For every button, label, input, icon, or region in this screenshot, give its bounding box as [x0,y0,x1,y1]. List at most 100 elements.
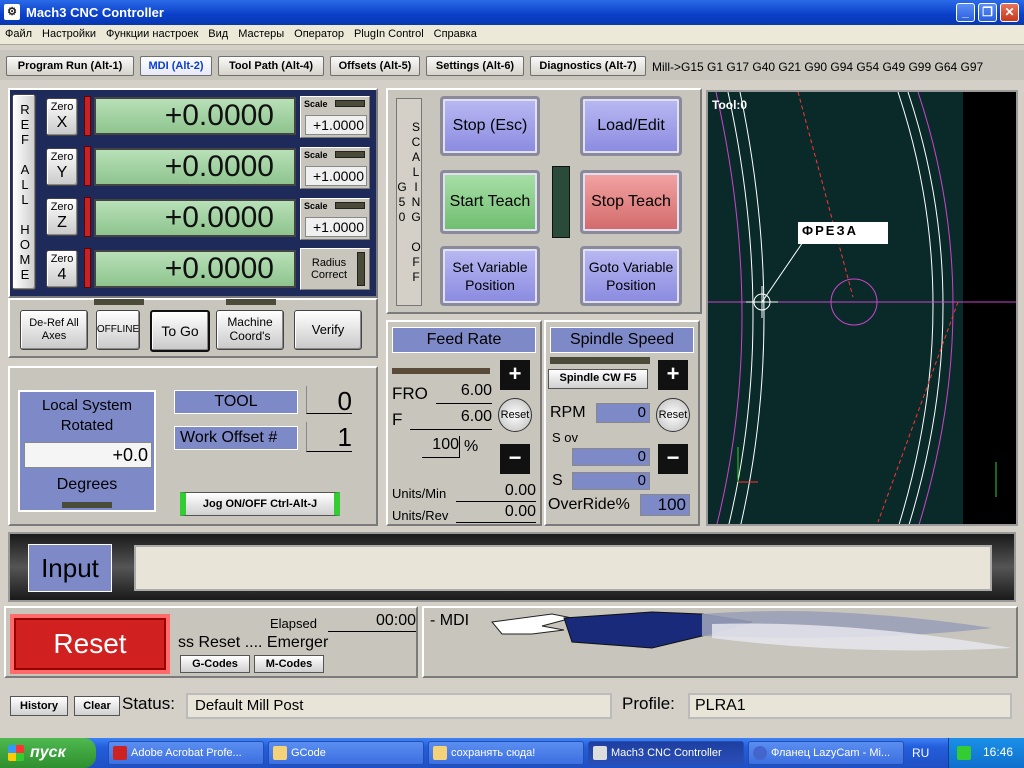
tray-icon[interactable] [957,746,971,760]
fro-value[interactable]: 6.00 [436,382,492,404]
menu-wizards[interactable]: Мастеры [233,25,289,43]
dro-x[interactable]: +0.0000 [94,97,296,135]
override-label: OverRide% [548,496,630,513]
menu-setup-functions[interactable]: Функции настроек [101,25,203,43]
toolpath-arc [739,92,765,524]
menu-plugin-control[interactable]: PlugIn Control [349,25,429,43]
spindle-down-arrow-icon[interactable]: − [658,444,688,474]
tab-tool-path[interactable]: Tool Path (Alt-4) [218,56,324,76]
radius-correct-box[interactable]: Radius Correct [300,248,370,290]
axis-z-ref-led [84,197,91,237]
input-label: Input [28,544,112,592]
tab-offsets[interactable]: Offsets (Alt-5) [330,56,420,76]
toolpath-arc [907,92,944,524]
override-value[interactable]: 100 [640,494,690,516]
spindle-cw-button[interactable]: Spindle CW F5 [548,369,648,389]
mach3-icon: ⚙ [4,4,20,20]
zero-label: Zero [50,201,74,214]
taskbar-item-gcode[interactable]: GCode [268,741,424,765]
mach3-icon [593,746,607,760]
to-go-button[interactable]: To Go [150,310,210,352]
work-offset-number[interactable]: 1 [306,422,352,452]
mdi-input-field[interactable] [134,545,992,591]
rotation-value[interactable]: +0.0 [24,442,152,468]
jog-toggle-button[interactable]: Jog ON/OFF Ctrl-Alt-J [180,492,340,516]
zero-z-button[interactable]: Zero Z [46,198,78,236]
s-label: S [552,472,563,489]
zero-label: Zero [50,101,74,114]
elapsed-value: 00:00 [328,612,416,632]
rpm-value[interactable]: 0 [596,403,650,423]
language-indicator[interactable]: RU [912,746,929,760]
de-ref-all-axes-button[interactable]: De-Ref All Axes [20,310,88,350]
menu-settings[interactable]: Настройки [37,25,101,43]
fro-label: FRO [392,384,428,403]
zero-4-button[interactable]: Zero 4 [46,250,78,288]
tab-settings[interactable]: Settings (Alt-6) [426,56,524,76]
toolpath-svg [708,92,1016,524]
feed-down-arrow-icon[interactable]: − [500,444,530,474]
stop-teach-button[interactable]: Stop Teach [580,170,682,234]
units-min-value: 0.00 [456,482,536,502]
load-edit-button[interactable]: Load/Edit [580,96,682,156]
tab-diagnostics[interactable]: Diagnostics (Alt-7) [530,56,646,76]
s-ov-label: S ov [552,430,579,445]
feed-percent-value[interactable]: 100 [422,436,460,458]
feed-up-arrow-icon[interactable]: + [500,360,530,390]
history-button[interactable]: History [10,696,68,716]
scale-z-value[interactable]: +1.0000 [305,217,367,237]
taskbar-item-mach3[interactable]: Mach3 CNC Controller [588,741,744,765]
mode-label: - MDI [430,612,470,629]
menu-view[interactable]: Вид [203,25,233,43]
elapsed-label: Elapsed [270,616,317,631]
goto-variable-position-button[interactable]: Goto Variable Position [580,246,682,306]
machine-coords-button[interactable]: Machine Coord's [216,310,284,350]
zero-x-button[interactable]: Zero X [46,98,78,136]
lazycam-icon [753,746,767,760]
verify-button[interactable]: Verify [294,310,362,350]
tab-mdi[interactable]: MDI (Alt-2) [140,56,212,76]
axis-4-label: 4 [57,266,67,284]
tab-program-run[interactable]: Program Run (Alt-1) [6,56,134,76]
close-button[interactable]: ✕ [1000,3,1019,22]
windows-logo-icon [8,745,24,761]
dro-4[interactable]: +0.0000 [94,250,296,288]
ref-all-home-button[interactable]: REF ALL HOME [12,94,36,290]
minimize-button[interactable]: _ [956,3,975,22]
zero-label: Zero [50,151,74,164]
maximize-button[interactable]: ❐ [978,3,997,22]
s-ov-value: 0 [572,448,650,466]
taskbar-item-lazycam[interactable]: Фланец LazyCam - Mi... [748,741,904,765]
feed-reset-button[interactable]: Reset [498,398,532,432]
spindle-up-arrow-icon[interactable]: + [658,360,688,390]
m-codes-button[interactable]: M-Codes [254,655,324,673]
toolpath-display[interactable]: Tool:0 ФРЕЗА [706,90,1018,526]
scale-led [335,202,365,209]
scale-y-value[interactable]: +1.0000 [305,166,367,186]
offline-button[interactable]: OFFLINE [96,310,140,350]
scale-led [335,100,365,107]
scale-x-value[interactable]: +1.0000 [305,115,367,135]
start-button[interactable]: пуск [0,738,96,768]
clear-button[interactable]: Clear [74,696,120,716]
taskbar-item-acrobat[interactable]: Adobe Acrobat Profe... [108,741,264,765]
set-variable-position-button[interactable]: Set Variable Position [440,246,540,306]
reset-button[interactable]: Reset [10,614,170,674]
tool-number[interactable]: 0 [306,386,352,416]
scale-label: Scale [304,99,328,109]
g-codes-button[interactable]: G-Codes [180,655,250,673]
menu-file[interactable]: Файл [0,25,37,43]
menu-help[interactable]: Справка [429,25,482,43]
stop-esc-button[interactable]: Stop (Esc) [440,96,540,156]
menu-operator[interactable]: Оператор [289,25,349,43]
spindle-reset-button[interactable]: Reset [656,398,690,432]
annotation-leader-line [761,241,804,303]
toolpath-rapid-line [797,92,854,298]
scaling-indicator: SCALING OFF G50 [395,98,423,306]
taskbar-item-save-here[interactable]: сохранять сюда! [428,741,584,765]
start-teach-button[interactable]: Start Teach [440,170,540,234]
dro-y[interactable]: +0.0000 [94,148,296,186]
zero-y-button[interactable]: Zero Y [46,148,78,186]
f-value[interactable]: 6.00 [410,408,492,430]
dro-z[interactable]: +0.0000 [94,199,296,237]
